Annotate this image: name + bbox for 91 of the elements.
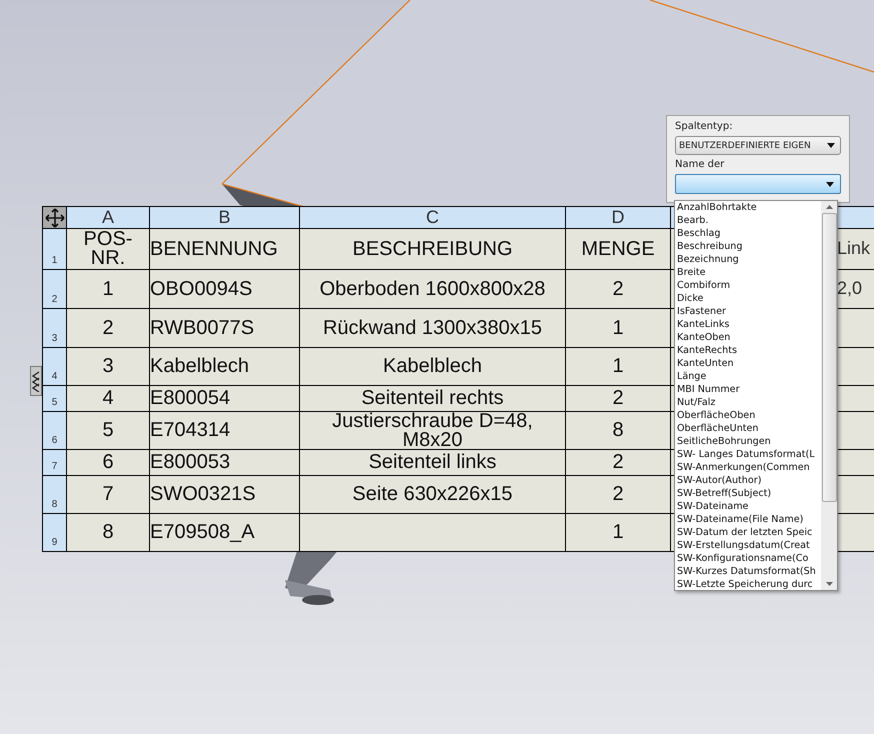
property-option[interactable]: Beschlag: [677, 227, 821, 240]
property-option[interactable]: SW-Datum der letzten Speic: [677, 526, 821, 539]
table-cell: 1: [566, 348, 670, 385]
table-cell: 2: [67, 309, 149, 347]
property-option[interactable]: KanteLinks: [677, 318, 821, 331]
property-option[interactable]: Dicke: [677, 292, 821, 305]
property-option[interactable]: KanteOben: [677, 331, 821, 344]
property-option[interactable]: Nut/Falz: [677, 396, 821, 409]
table-cell: 4: [67, 386, 149, 411]
row-number: 1: [52, 255, 58, 266]
scroll-up-icon: [826, 205, 832, 209]
property-option[interactable]: KanteRechts: [677, 344, 821, 357]
scroll-down-icon: [826, 582, 832, 586]
scrollbar-thumb[interactable]: [822, 213, 836, 502]
property-option[interactable]: Combiform: [677, 279, 821, 292]
table-cell: RWB0077S: [150, 309, 299, 347]
table-cell: 6: [67, 450, 149, 475]
row-number: 4: [52, 371, 58, 382]
property-option[interactable]: MBI Nummer: [677, 383, 821, 396]
table-cell: SWO0321S: [150, 476, 299, 513]
property-option[interactable]: SW-Letzte Speicherung durc: [677, 578, 821, 591]
property-option[interactable]: OberflächeOben: [677, 409, 821, 422]
property-option[interactable]: SW-Konfigurationsname(Co: [677, 552, 821, 565]
property-option[interactable]: SW-Betreff(Subject): [677, 487, 821, 500]
table-cell: 1: [566, 514, 670, 551]
property-option[interactable]: IsFastener: [677, 305, 821, 318]
property-name-label: Name der: [675, 159, 724, 170]
table-cell: 8: [566, 412, 670, 449]
row-number: 6: [52, 435, 58, 446]
dropdown-arrow-icon: [827, 143, 835, 148]
table-cell: Kabelblech: [150, 348, 299, 385]
property-option[interactable]: Beschreibung: [677, 240, 821, 253]
table-cell: Seitenteil links: [300, 450, 565, 475]
table-cell: Oberboden 1600x800x28: [300, 270, 565, 308]
property-option[interactable]: SW-Kurzes Datumsformat(Sh: [677, 565, 821, 578]
table-cell: 2: [566, 386, 670, 411]
table-cell: BENENNUNG: [150, 229, 299, 269]
row-number: 7: [52, 461, 58, 472]
property-option[interactable]: SW-Autor(Author): [677, 474, 821, 487]
table-cell: 1: [67, 270, 149, 308]
property-option[interactable]: Bezeichnung: [677, 253, 821, 266]
arrows-icon: [32, 370, 40, 392]
table-cell: 3: [67, 348, 149, 385]
table-cell: 5: [67, 412, 149, 449]
property-option[interactable]: SW-Anmerkungen(Commen: [677, 461, 821, 474]
table-cell: BESCHREIBUNG: [300, 229, 565, 269]
column-letter: A: [102, 207, 114, 228]
property-option[interactable]: Bearb.: [677, 214, 821, 227]
property-option[interactable]: OberflächeUnten: [677, 422, 821, 435]
table-cell: E704314: [150, 412, 299, 449]
table-cell: Seite 630x226x15: [300, 476, 565, 513]
property-option[interactable]: KanteUnten: [677, 357, 821, 370]
row-number: 8: [52, 499, 58, 510]
table-cell: POS-NR.: [67, 229, 149, 269]
property-option[interactable]: SW-Dateiname(File Name): [677, 513, 821, 526]
dropdown-arrow-icon: [826, 182, 834, 186]
table-cell: E800054: [150, 386, 299, 411]
collapse-tab[interactable]: [30, 366, 42, 396]
column-letter: B: [218, 207, 230, 228]
row-number: 5: [52, 397, 58, 408]
property-name-dropdown[interactable]: [675, 174, 841, 194]
property-option[interactable]: SW-Dateiname: [677, 500, 821, 513]
table-cell: 2: [566, 270, 670, 308]
row-number: 2: [52, 294, 58, 305]
table-cell: E709508_A: [150, 514, 299, 551]
table-cell: Seitenteil rechts: [300, 386, 565, 411]
property-option[interactable]: SW- Langes Datumsformat(L: [677, 448, 821, 461]
column-letter: C: [426, 207, 439, 228]
table-cell: Kabelblech: [300, 348, 565, 385]
table-cell: Justierschraube D=48, M8x20: [300, 412, 565, 449]
property-option[interactable]: SW-Erstellungsdatum(Creat: [677, 539, 821, 552]
property-option[interactable]: Länge: [677, 370, 821, 383]
column-type-dropdown[interactable]: BENUTZERDEFINIERTE EIGEN: [675, 136, 841, 155]
column-letter: D: [612, 207, 624, 228]
row-number: 3: [52, 333, 58, 344]
table-cell: Rückwand 1300x380x15: [300, 309, 565, 347]
table-cell: 8: [67, 514, 149, 551]
property-option[interactable]: SeitlicheBohrungen: [677, 435, 821, 448]
scrollbar[interactable]: [821, 201, 837, 590]
table-cell: OBO0094S: [150, 270, 299, 308]
table-cell: 1: [566, 309, 670, 347]
property-option[interactable]: AnzahlBohrtakte: [677, 201, 821, 214]
column-type-label: Spaltentyp:: [675, 121, 733, 132]
table-cell: MENGE: [566, 229, 670, 269]
move-handle[interactable]: [43, 207, 66, 228]
table-cell: 2: [566, 476, 670, 513]
move-icon: [44, 208, 64, 228]
row-number: 9: [52, 537, 58, 548]
table-cell: 7: [67, 476, 149, 513]
table-cell: 2: [566, 450, 670, 475]
table-cell: E800053: [150, 450, 299, 475]
